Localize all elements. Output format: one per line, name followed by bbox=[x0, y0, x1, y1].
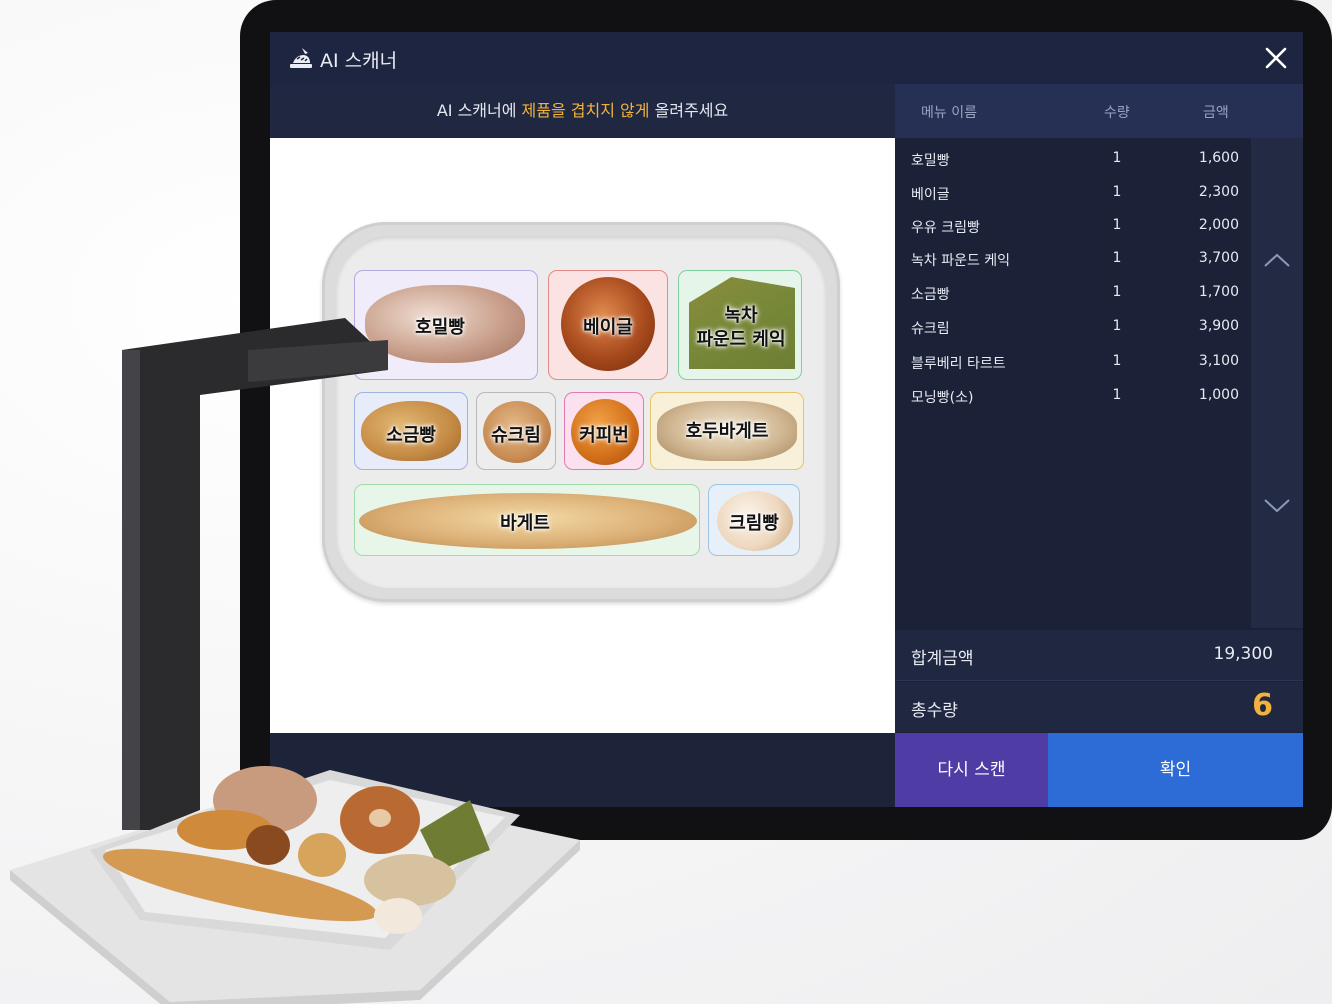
list-item[interactable]: 우유 크림빵 1 2,000 bbox=[895, 209, 1251, 242]
cream-bread-shape bbox=[374, 898, 422, 934]
list-item[interactable]: 호밀빵 1 1,600 bbox=[895, 142, 1251, 175]
item-qty: 1 bbox=[1112, 284, 1122, 300]
item-price: 1,600 bbox=[1198, 150, 1239, 166]
scroll-column bbox=[1251, 138, 1303, 628]
rescan-button[interactable]: 다시 스캔 bbox=[895, 733, 1048, 807]
total-amount-label: 합계금액 bbox=[911, 649, 974, 669]
header-price: 금액 bbox=[1203, 105, 1229, 121]
list-item[interactable]: 슈크림 1 3,900 bbox=[895, 310, 1251, 343]
item-qty: 1 bbox=[1112, 150, 1122, 166]
item-price: 1,700 bbox=[1198, 284, 1239, 300]
total-amount-row: 합계금액 19,300 bbox=[895, 630, 1303, 681]
item-name: 모닝빵(소) bbox=[911, 390, 974, 406]
item-price: 1,000 bbox=[1198, 387, 1239, 403]
chevron-up-icon[interactable] bbox=[1261, 250, 1293, 270]
cream-puff-shape bbox=[298, 833, 346, 877]
item-price: 2,000 bbox=[1198, 217, 1239, 233]
total-amount-value: 19,300 bbox=[1213, 644, 1273, 664]
item-qty: 1 bbox=[1112, 217, 1122, 233]
chevron-down-icon[interactable] bbox=[1261, 496, 1293, 516]
scanner-device bbox=[10, 318, 580, 1004]
item-qty: 1 bbox=[1112, 318, 1122, 334]
order-table-header: 메뉴 이름 수량 금액 bbox=[895, 84, 1303, 138]
list-item[interactable]: 모닝빵(소) 1 1,000 bbox=[895, 379, 1251, 412]
total-qty-value: 6 bbox=[1252, 688, 1273, 723]
item-qty: 1 bbox=[1112, 353, 1122, 369]
item-price: 3,100 bbox=[1198, 353, 1239, 369]
bagel-hole bbox=[369, 809, 391, 827]
item-price: 3,700 bbox=[1198, 250, 1239, 266]
item-qty: 1 bbox=[1112, 387, 1122, 403]
item-name: 우유 크림빵 bbox=[911, 220, 980, 236]
list-item[interactable]: 베이글 1 2,300 bbox=[895, 176, 1251, 209]
item-price: 2,300 bbox=[1198, 184, 1239, 200]
header-name: 메뉴 이름 bbox=[921, 105, 977, 121]
order-list: 호밀빵 1 1,600 베이글 1 2,300 우유 크림빵 1 2,000 녹… bbox=[895, 138, 1251, 628]
item-name: 베이글 bbox=[911, 187, 950, 203]
item-qty: 1 bbox=[1112, 184, 1122, 200]
list-item[interactable]: 블루베리 타르트 1 3,100 bbox=[895, 345, 1251, 378]
confirm-button[interactable]: 확인 bbox=[1048, 733, 1303, 807]
walnut-baguette-shape bbox=[364, 854, 456, 906]
total-qty-row: 총수량 6 bbox=[895, 682, 1303, 732]
header-qty: 수량 bbox=[1104, 105, 1130, 121]
item-name: 블루베리 타르트 bbox=[911, 356, 1006, 372]
stand-edge bbox=[122, 350, 140, 830]
item-name: 소금빵 bbox=[911, 287, 950, 303]
total-qty-label: 총수량 bbox=[911, 701, 958, 721]
stand-arm bbox=[122, 318, 388, 830]
list-item[interactable]: 녹차 파운드 케익 1 3,700 bbox=[895, 242, 1251, 275]
item-name: 호밀빵 bbox=[911, 153, 950, 169]
coffee-bun-shape bbox=[246, 825, 290, 865]
item-name: 녹차 파운드 케익 bbox=[911, 253, 1011, 269]
item-price: 3,900 bbox=[1198, 318, 1239, 334]
item-name: 슈크림 bbox=[911, 321, 950, 337]
list-item[interactable]: 소금빵 1 1,700 bbox=[895, 276, 1251, 309]
item-qty: 1 bbox=[1112, 250, 1122, 266]
